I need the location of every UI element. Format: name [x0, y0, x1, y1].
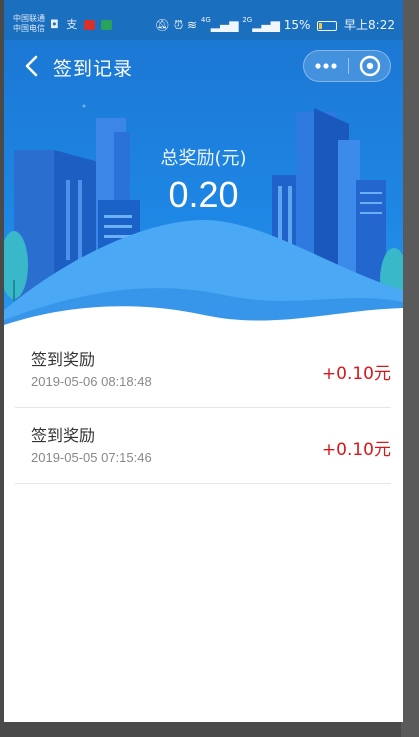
chevron-left-icon[interactable] [22, 54, 42, 78]
wifi-icon: ≋ [187, 18, 198, 32]
total-reward-value: 0.20 [168, 174, 239, 215]
carrier-1: 中国联通 [13, 14, 45, 23]
page-title: 签到记录 [53, 58, 134, 80]
reward-header: 签到记录 总奖励(元) 0.20 [4, 40, 403, 330]
shield-icon: ◘ [50, 18, 59, 31]
total-reward-label: 总奖励(元) [160, 148, 247, 169]
alarm-icon: ⏰︎ [173, 18, 184, 32]
status-bar: 中国联通 中国电信 ◘ 支 🔕︎ ⏰︎ ≋ 4G▂▄▆ 2G▂▄▆ 15% 早上… [4, 0, 403, 40]
status-right: 🔕︎ ⏰︎ ≋ 4G▂▄▆ 2G▂▄▆ 15% 早上8:22 [155, 16, 395, 33]
mute-icon: 🔕︎ [154, 18, 170, 32]
record-title: 签到奖励 [31, 350, 96, 369]
record-amount: +0.10元 [321, 364, 391, 384]
phone-screen: 中国联通 中国电信 ◘ 支 🔕︎ ⏰︎ ≋ 4G▂▄▆ 2G▂▄▆ 15% 早上… [4, 0, 403, 722]
miniprogram-capsule [303, 50, 391, 82]
record-amount: +0.10元 [321, 440, 391, 460]
battery-percent: 15% [283, 18, 311, 32]
app-badge-icon [101, 20, 113, 30]
alipay-icon: 支 [66, 18, 78, 31]
background-app-edge [401, 0, 419, 737]
network-2-label: 2G [242, 16, 253, 24]
signal-2-icon: ▂▄▆ [252, 18, 280, 32]
clock: 早上8:22 [344, 18, 395, 32]
record-time: 2019-05-05 07:15:46 [31, 450, 152, 465]
record-time: 2019-05-06 08:18:48 [31, 374, 152, 389]
carrier-info: 中国联通 中国电信 [13, 14, 45, 34]
record-title: 签到奖励 [31, 426, 96, 445]
record-list: 签到奖励 2019-05-06 08:18:48 +0.10元 签到奖励 201… [15, 332, 391, 484]
list-item[interactable]: 签到奖励 2019-05-05 07:15:46 +0.10元 [15, 408, 391, 484]
close-target-icon[interactable] [349, 51, 391, 81]
network-1-label: 4G [200, 16, 211, 24]
notification-icons: ◘ 支 [50, 16, 113, 32]
more-dots-icon[interactable] [304, 51, 348, 81]
battery-icon [317, 20, 338, 31]
carrier-2: 中国电信 [13, 24, 45, 33]
news-icon [83, 20, 95, 30]
list-item[interactable]: 签到奖励 2019-05-06 08:18:48 +0.10元 [15, 332, 391, 408]
signal-1-icon: ▂▄▆ [210, 18, 239, 32]
